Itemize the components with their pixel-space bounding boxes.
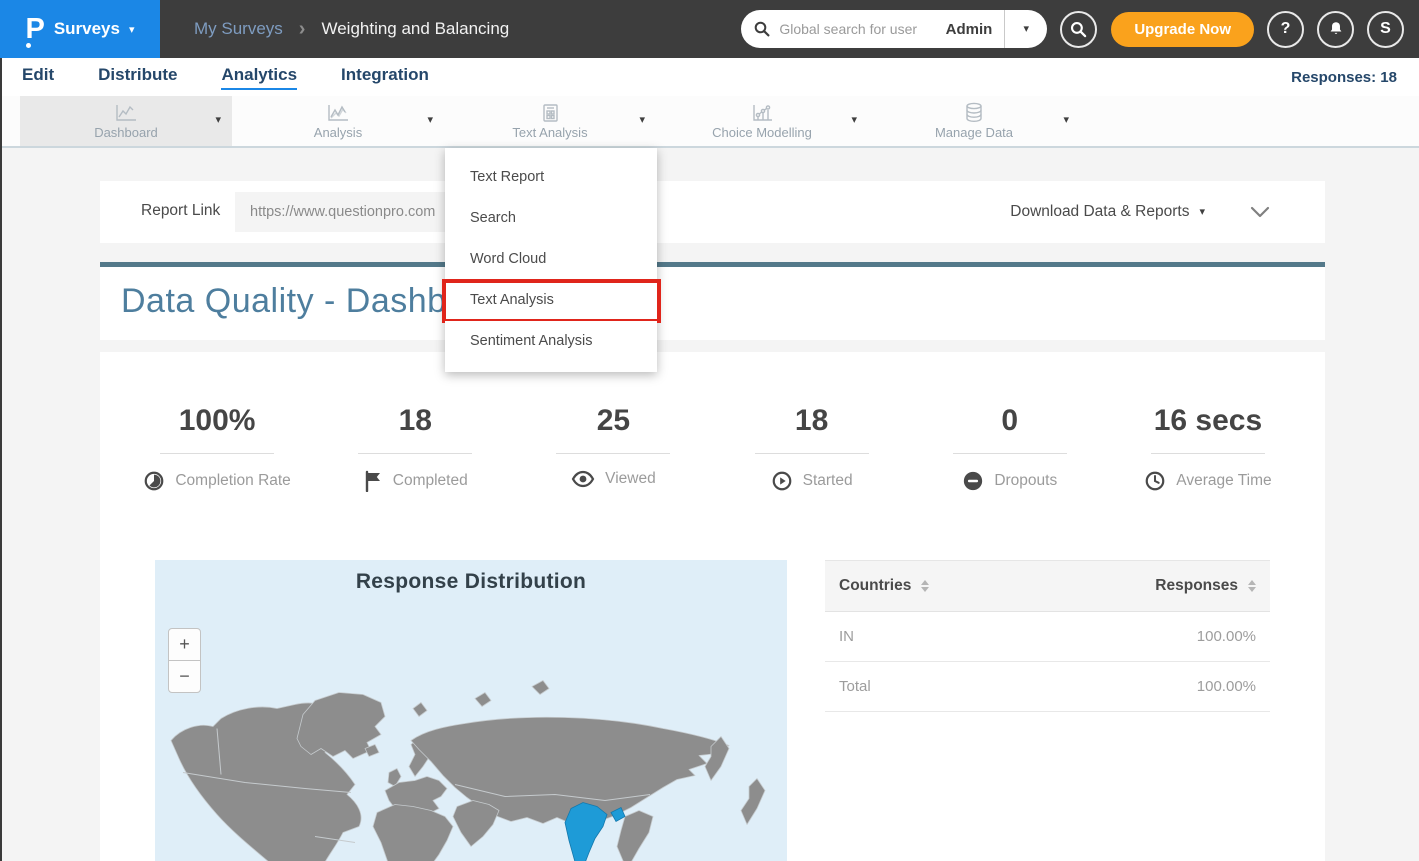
global-search: Admin ▾ <box>741 10 1047 48</box>
eye-icon <box>571 470 595 488</box>
chevron-down-icon: ▾ <box>1199 207 1205 218</box>
map-zoom-controls: + − <box>168 628 201 693</box>
india-highlighted <box>565 803 607 861</box>
search-scope-dropdown[interactable]: ▾ <box>1005 10 1047 48</box>
download-data-reports-dropdown[interactable]: Download Data & Reports ▾ <box>1010 181 1205 243</box>
stats-row: 100% Completion Rate 18 Completed 25 <box>100 352 1325 492</box>
top-bar: P Surveys ▾ My Surveys › Weighting and B… <box>0 0 1419 58</box>
toolbar-tab-choice-modelling[interactable]: Choice Modelling ▾ <box>656 96 868 146</box>
collapse-chevron-icon[interactable] <box>1250 206 1270 218</box>
stat-viewed: 25 Viewed <box>514 404 712 492</box>
upgrade-now-button[interactable]: Upgrade Now <box>1111 12 1254 47</box>
africa-landmass <box>373 805 453 861</box>
bell-icon <box>1327 20 1345 38</box>
questionpro-logo: P <box>25 15 44 44</box>
completion-rate-icon <box>143 470 165 492</box>
country-code: IN <box>839 628 854 645</box>
text-analysis-dropdown-menu: Text Report Search Word Cloud Text Analy… <box>445 148 657 372</box>
chevron-down-icon: ▾ <box>1024 24 1030 35</box>
multi-line-chart-icon <box>325 103 351 123</box>
flag-icon <box>363 470 383 492</box>
stat-completion-rate: 100% Completion Rate <box>118 404 316 492</box>
countries-table: Countries Responses IN 100.00% Total 100… <box>825 560 1270 712</box>
avatar-initial: S <box>1380 20 1391 38</box>
column-countries[interactable]: Countries <box>839 577 929 595</box>
page-title: Data Quality - Dashboard <box>121 282 1325 321</box>
minus-circle-icon <box>962 470 984 492</box>
toolbar-tab-analysis[interactable]: Analysis ▾ <box>232 96 444 146</box>
map-title: Response Distribution <box>155 570 787 594</box>
dashboard-card: 100% Completion Rate 18 Completed 25 <box>100 352 1325 861</box>
search-icon <box>1070 21 1087 38</box>
chevron-down-icon[interactable]: ▾ <box>851 115 857 126</box>
tab-edit[interactable]: Edit <box>22 65 54 90</box>
survey-nav: Edit Distribute Analytics Integration Re… <box>0 58 1419 96</box>
country-code: Total <box>839 678 871 695</box>
responses-count: Responses: 18 <box>1291 69 1397 86</box>
tab-analytics[interactable]: Analytics <box>221 65 297 90</box>
choice-chart-icon <box>749 103 775 123</box>
stat-average-time: 16 secs Average Time <box>1109 404 1307 492</box>
chevron-down-icon[interactable]: ▾ <box>1063 115 1069 126</box>
chevron-down-icon: ▾ <box>129 25 135 36</box>
table-header: Countries Responses <box>825 560 1270 612</box>
global-search-input[interactable] <box>779 21 945 37</box>
toolbar-tab-manage-data[interactable]: Manage Data ▾ <box>868 96 1080 146</box>
response-distribution-map: Response Distribution + − <box>155 560 787 861</box>
menu-item-text-report[interactable]: Text Report <box>445 157 657 198</box>
report-link-bar: Report Link Download Data & Reports ▾ <box>100 181 1325 243</box>
menu-item-word-cloud[interactable]: Word Cloud <box>445 239 657 280</box>
chevron-down-icon[interactable]: ▾ <box>215 115 221 126</box>
sort-icon <box>921 580 929 592</box>
page: P Surveys ▾ My Surveys › Weighting and B… <box>0 0 1419 861</box>
breadcrumb: My Surveys › Weighting and Balancing <box>194 18 509 41</box>
menu-item-search[interactable]: Search <box>445 198 657 239</box>
line-chart-icon <box>113 103 139 123</box>
world-map[interactable] <box>155 640 787 861</box>
zoom-in-button[interactable]: + <box>168 628 201 661</box>
search-icon <box>754 21 770 37</box>
chevron-down-icon[interactable]: ▾ <box>427 115 433 126</box>
help-button[interactable]: ? <box>1267 11 1304 48</box>
breadcrumb-survey-name: Weighting and Balancing <box>321 19 509 39</box>
toolbar-tab-text-analysis[interactable]: Text Analysis ▾ <box>444 96 656 146</box>
toolbar-tab-dashboard[interactable]: Dashboard ▾ <box>20 96 232 146</box>
stat-completed: 18 Completed <box>316 404 514 492</box>
tab-integration[interactable]: Integration <box>341 65 429 90</box>
country-responses: 100.00% <box>1197 678 1256 695</box>
menu-item-sentiment-analysis[interactable]: Sentiment Analysis <box>445 321 657 362</box>
notifications-button[interactable] <box>1317 11 1354 48</box>
avatar[interactable]: S <box>1367 11 1404 48</box>
menu-item-text-analysis[interactable]: Text Analysis <box>445 280 657 321</box>
breadcrumb-separator-icon: › <box>299 18 306 41</box>
breadcrumb-my-surveys[interactable]: My Surveys <box>194 19 283 39</box>
surveys-product-switcher[interactable]: P Surveys ▾ <box>0 0 160 58</box>
column-responses[interactable]: Responses <box>1155 577 1256 595</box>
text-report-icon <box>540 103 560 123</box>
table-row: IN 100.00% <box>825 612 1270 662</box>
play-icon <box>771 470 793 492</box>
search-scope-label: Admin <box>946 21 993 38</box>
chevron-down-icon[interactable]: ▾ <box>639 115 645 126</box>
window-left-edge <box>0 58 2 861</box>
clock-icon <box>1144 470 1166 492</box>
tab-distribute[interactable]: Distribute <box>98 65 177 90</box>
page-title-card: Data Quality - Dashboard <box>100 262 1325 340</box>
question-mark-icon: ? <box>1281 20 1291 38</box>
search-button[interactable] <box>1060 11 1097 48</box>
sort-icon <box>1248 580 1256 592</box>
database-icon <box>964 102 984 123</box>
report-link-label: Report Link <box>141 202 220 220</box>
analytics-toolbar: Dashboard ▾ Analysis ▾ Text Analysis ▾ C… <box>0 96 1419 148</box>
country-responses: 100.00% <box>1197 628 1256 645</box>
stat-dropouts: 0 Dropouts <box>911 404 1109 492</box>
product-label: Surveys <box>54 19 120 39</box>
table-row: Total 100.00% <box>825 662 1270 712</box>
stat-started: 18 Started <box>713 404 911 492</box>
zoom-out-button[interactable]: − <box>168 660 201 693</box>
